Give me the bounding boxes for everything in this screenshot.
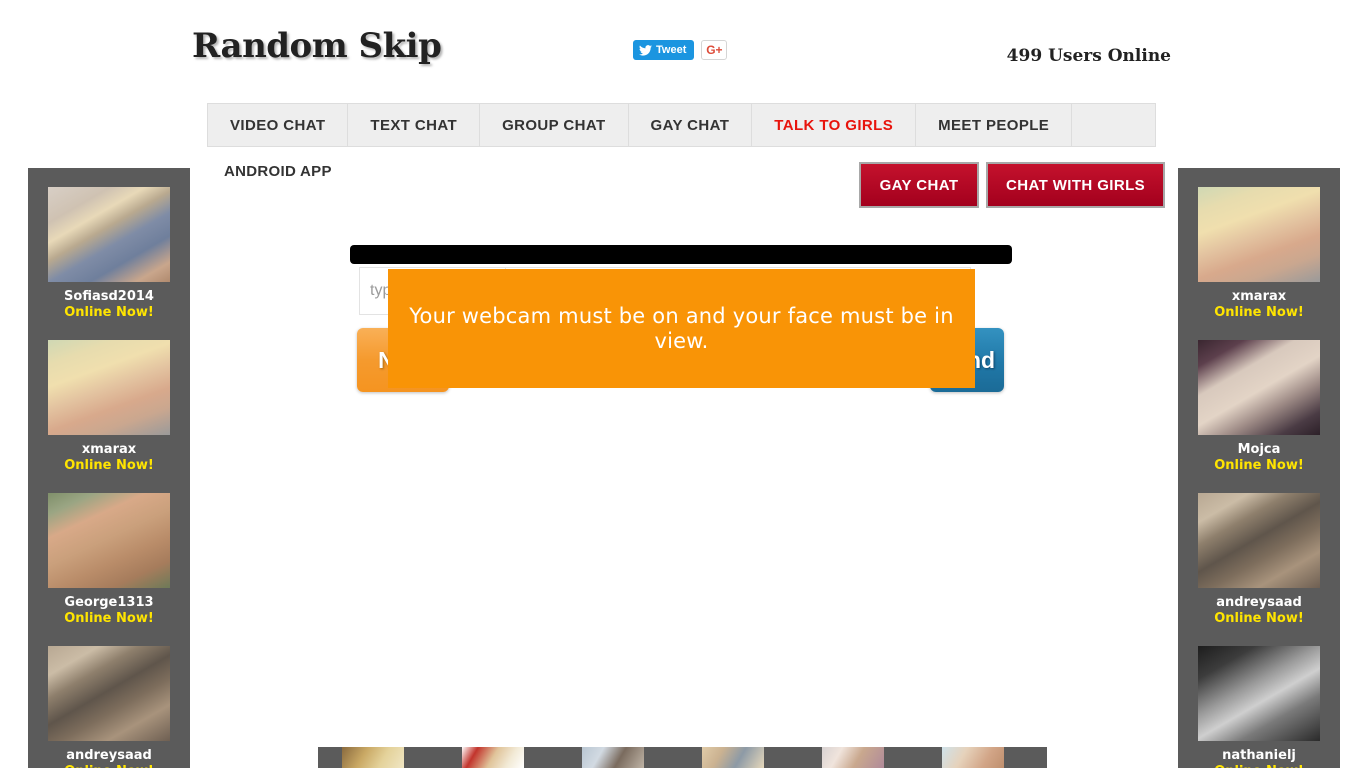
list-item[interactable]: andreysaad Online Now! (28, 627, 190, 768)
main-navigation: VIDEO CHAT TEXT CHAT GROUP CHAT GAY CHAT… (207, 103, 1156, 147)
sidebar-right: xmarax Online Now! Mojca Online Now! and… (1178, 168, 1340, 768)
thumbnail[interactable] (702, 747, 764, 768)
list-item[interactable]: xmarax Online Now! (28, 321, 190, 474)
thumbnail[interactable] (342, 747, 404, 768)
avatar (48, 646, 170, 741)
status-badge: Online Now! (28, 764, 190, 768)
gay-chat-button[interactable]: GAY CHAT (859, 162, 979, 208)
user-name: nathanielj (1222, 748, 1296, 763)
tab-group-chat[interactable]: GROUP CHAT (480, 104, 629, 146)
site-title: Random Skip (192, 26, 442, 66)
android-app-link[interactable]: ANDROID APP (224, 163, 332, 180)
avatar (1198, 493, 1320, 588)
avatar (48, 340, 170, 435)
twitter-bird-icon (639, 44, 652, 56)
users-online-count: 499 Users Online (1006, 46, 1171, 66)
avatar (48, 493, 170, 588)
status-badge: Online Now! (1178, 764, 1340, 768)
chat-with-girls-button[interactable]: CHAT WITH GIRLS (986, 162, 1166, 208)
tweet-button[interactable]: Tweet (633, 40, 695, 60)
tab-meet-people[interactable]: MEET PEOPLE (916, 104, 1073, 146)
list-item[interactable]: George1313 Online Now! (28, 474, 190, 627)
google-plus-button[interactable]: G+ (701, 40, 728, 60)
webcam-warning-overlay: Your webcam must be on and your face mus… (388, 269, 975, 388)
sidebar-left: Sofiasd2014 Online Now! xmarax Online No… (28, 168, 190, 768)
status-badge: Online Now! (64, 305, 154, 320)
user-name: George1313 (64, 595, 154, 610)
cta-button-row: GAY CHAT CHAT WITH GIRLS (859, 162, 1166, 208)
avatar (1198, 646, 1320, 741)
avatar (1198, 340, 1320, 435)
user-name: xmarax (1231, 289, 1287, 304)
user-name: Sofiasd2014 (64, 289, 154, 304)
social-share-row: Tweet G+ (633, 40, 728, 60)
bottom-thumbnail-strip[interactable] (318, 747, 1047, 768)
video-stage-bar (350, 245, 1012, 264)
thumbnail[interactable] (582, 747, 644, 768)
list-item[interactable]: Mojca Online Now! (1178, 321, 1340, 474)
thumbnail[interactable] (822, 747, 884, 768)
thumbnail[interactable] (942, 747, 1004, 768)
tab-video-chat[interactable]: VIDEO CHAT (208, 104, 349, 146)
status-badge: Online Now! (1214, 611, 1304, 626)
user-name: xmarax (81, 442, 137, 457)
avatar (48, 187, 170, 282)
list-item[interactable]: andreysaad Online Now! (1178, 474, 1340, 627)
nav-filler (1072, 104, 1155, 146)
status-badge: Online Now! (1214, 458, 1304, 473)
status-badge: Online Now! (64, 611, 154, 626)
page-root: Random Skip Tweet G+ 499 Users Online VI… (0, 0, 1366, 768)
thumbnail[interactable] (462, 747, 524, 768)
list-item[interactable]: Sofiasd2014 Online Now! (28, 168, 190, 321)
list-item[interactable]: nathanielj Online Now! (1178, 627, 1340, 768)
tab-text-chat[interactable]: TEXT CHAT (348, 104, 481, 146)
status-badge: Online Now! (64, 458, 154, 473)
tweet-button-label: Tweet (656, 44, 687, 56)
user-name: andreysaad (66, 748, 152, 763)
list-item[interactable]: xmarax Online Now! (1178, 168, 1340, 321)
webcam-warning-text: Your webcam must be on and your face mus… (409, 303, 954, 353)
tab-talk-to-girls[interactable]: TALK TO GIRLS (752, 104, 917, 146)
user-name: Mojca (1237, 442, 1281, 457)
google-plus-icon: G+ (706, 43, 723, 57)
avatar (1198, 187, 1320, 282)
tab-gay-chat[interactable]: GAY CHAT (629, 104, 753, 146)
user-name: andreysaad (1216, 595, 1302, 610)
status-badge: Online Now! (1214, 305, 1304, 320)
